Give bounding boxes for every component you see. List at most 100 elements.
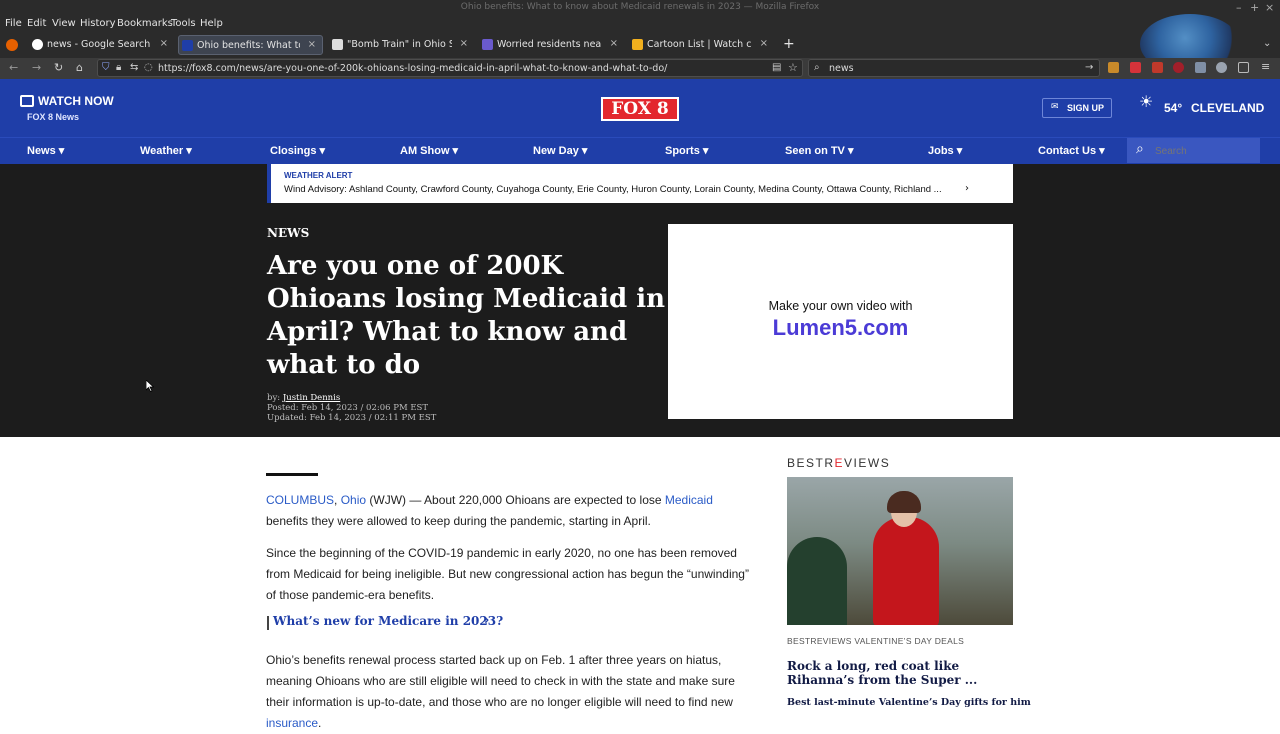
article-byline: by: Justin Dennis Posted: Feb 14, 2023 /… xyxy=(267,393,436,423)
tab-cartoon-list[interactable]: Cartoon List | Watch cartoon × xyxy=(629,35,774,55)
menu-edit[interactable]: Edit xyxy=(27,18,46,29)
menu-bookmarks[interactable]: Bookmarks xyxy=(117,18,173,29)
tab-ohio-benefits[interactable]: Ohio benefits: What to know × xyxy=(178,35,323,55)
extension-icon[interactable] xyxy=(1108,62,1119,73)
reload-icon[interactable]: ↻ xyxy=(54,61,63,74)
tab-google-search[interactable]: news - Google Search × xyxy=(29,35,174,55)
close-tab-icon[interactable]: × xyxy=(760,38,768,49)
video-ad[interactable]: Make your own video with Lumen5.com xyxy=(668,224,1013,419)
sidebar-kicker[interactable]: BESTREVIEWS VALENTINE’S DAY DEALS xyxy=(787,636,964,646)
article-section-label[interactable]: NEWS xyxy=(267,226,309,240)
cartoon-favicon-icon xyxy=(632,39,643,50)
sign-up-button[interactable]: ✉ SIGN UP xyxy=(1042,98,1112,118)
chevron-right-icon[interactable]: › xyxy=(965,183,969,194)
tab-list-chevron-icon[interactable]: ⌄ xyxy=(1263,38,1271,49)
bookmark-star-icon[interactable]: ☆ xyxy=(788,61,798,74)
nav-seen-on-tv[interactable]: Seen on TV ▾ xyxy=(785,144,853,157)
p1-text: (WJW) — About 220,000 Ohioans are expect… xyxy=(366,493,665,507)
play-video-icon[interactable] xyxy=(20,95,34,107)
watch-now-link[interactable]: WATCH NOW xyxy=(38,94,114,108)
search-input[interactable]: news xyxy=(829,63,854,74)
permissions-icon[interactable]: ⇆ xyxy=(130,62,138,73)
autoplay-blocked-icon[interactable]: ◌ xyxy=(144,62,153,73)
columbus-link[interactable]: COLUMBUS xyxy=(266,493,334,507)
forward-icon[interactable]: → xyxy=(32,61,41,74)
ohio-link[interactable]: Ohio xyxy=(341,493,366,507)
extension-icon[interactable] xyxy=(1130,62,1141,73)
nav-jobs[interactable]: Jobs ▾ xyxy=(928,144,962,157)
nav-contact-us[interactable]: Contact Us ▾ xyxy=(1038,144,1105,157)
shield-icon[interactable]: ⛉ xyxy=(102,62,110,73)
tab-bar: news - Google Search × Ohio benefits: Wh… xyxy=(0,14,1280,74)
sidebar-subhead-link[interactable]: Best last-minute Valentine’s Day gifts f… xyxy=(787,697,1031,708)
tab-worried-residents[interactable]: Worried residents near Ohio × xyxy=(479,35,624,55)
tab-label: news - Google Search xyxy=(47,39,151,50)
close-window-button[interactable]: × xyxy=(1265,1,1274,14)
google-icon xyxy=(32,39,43,50)
home-icon[interactable]: ⌂ xyxy=(76,61,83,74)
close-tab-icon[interactable]: × xyxy=(308,39,316,50)
menu-file[interactable]: File xyxy=(5,18,22,29)
url-bar[interactable]: ⛉ 🔒︎ ⇆ ◌ https://fox8.com/news/are-you-o… xyxy=(97,59,803,77)
article-thumbnail-image[interactable] xyxy=(787,477,1013,625)
nav-closings[interactable]: Closings ▾ xyxy=(270,144,325,157)
url-text[interactable]: https://fox8.com/news/are-you-one-of-200… xyxy=(158,63,667,74)
menu-view[interactable]: View xyxy=(52,18,76,29)
maximize-button[interactable]: + xyxy=(1250,1,1259,14)
search-bar[interactable]: ⌕ news → xyxy=(808,59,1100,77)
tab-label: Cartoon List | Watch cartoon xyxy=(647,39,752,50)
logo-part: BESTR xyxy=(787,456,835,470)
close-tab-icon[interactable]: × xyxy=(460,38,468,49)
ad-line2: Lumen5.com xyxy=(772,315,909,340)
chevron-right-icon[interactable]: › xyxy=(484,613,489,628)
menu-history[interactable]: History xyxy=(80,18,116,29)
sun-weather-icon: ☀ xyxy=(1139,92,1154,111)
watch-now-subtitle: FOX 8 News xyxy=(27,112,80,122)
extension-icon[interactable] xyxy=(1216,62,1227,73)
nav-sports[interactable]: Sports ▾ xyxy=(665,144,708,157)
back-icon[interactable]: ← xyxy=(9,61,18,74)
ad-line1: Make your own video with xyxy=(768,299,913,313)
nav-new-day[interactable]: New Day ▾ xyxy=(533,144,587,157)
extension-icon[interactable] xyxy=(1173,62,1184,73)
insurance-link[interactable]: insurance xyxy=(266,716,318,730)
close-tab-icon[interactable]: × xyxy=(160,38,168,49)
logo-part: VIEWS xyxy=(844,456,891,470)
medicaid-link[interactable]: Medicaid xyxy=(665,493,713,507)
bestreviews-logo[interactable]: BESTREVIEWS xyxy=(787,456,890,470)
extension-icon[interactable] xyxy=(1152,62,1163,73)
extensions-puzzle-icon[interactable] xyxy=(1238,62,1249,73)
extension-icon[interactable] xyxy=(1195,62,1206,73)
lock-icon[interactable]: 🔒︎ xyxy=(116,62,121,73)
related-link-bar xyxy=(267,616,269,630)
weather-alert-banner[interactable]: WEATHER ALERT Wind Advisory: Ashland Cou… xyxy=(267,164,1013,203)
reader-view-icon[interactable]: ▤ xyxy=(772,62,781,73)
menu-tools[interactable]: Tools xyxy=(171,18,196,29)
menu-help[interactable]: Help xyxy=(200,18,223,29)
p1-text-end: benefits they were allowed to keep durin… xyxy=(266,514,651,528)
sidebar-headline-link[interactable]: Rock a long, red coat like Rihanna’s fro… xyxy=(787,659,1017,687)
nav-news[interactable]: News ▾ xyxy=(27,144,64,157)
nav-am-show[interactable]: AM Show ▾ xyxy=(400,144,458,157)
author-link[interactable]: Justin Dennis xyxy=(283,393,340,403)
mouse-cursor-icon xyxy=(146,380,154,392)
weather-temperature[interactable]: 54° xyxy=(1164,101,1182,115)
p3-text: Ohio’s benefits renewal process started … xyxy=(266,653,735,709)
tab-bomb-train[interactable]: "Bomb Train" in Ohio Sicken × xyxy=(329,35,474,55)
site-search-box[interactable]: ⌕ xyxy=(1127,138,1260,163)
byline-prefix: by: xyxy=(267,393,281,403)
close-tab-icon[interactable]: × xyxy=(610,38,618,49)
tab-label: Ohio benefits: What to know xyxy=(197,40,300,51)
nav-weather[interactable]: Weather ▾ xyxy=(140,144,192,157)
tab-label: Worried residents near Ohio xyxy=(497,39,602,50)
weather-city[interactable]: CLEVELAND xyxy=(1191,101,1264,115)
minimize-button[interactable]: – xyxy=(1236,1,1242,14)
fox8-logo[interactable]: FOX 8 xyxy=(601,97,679,121)
site-search-input[interactable] xyxy=(1155,144,1255,158)
related-article-link[interactable]: What’s new for Medicare in 2023? xyxy=(273,614,503,628)
hamburger-menu-icon[interactable]: ≡ xyxy=(1261,60,1270,73)
weather-alert-text[interactable]: Wind Advisory: Ashland County, Crawford … xyxy=(284,184,974,195)
nbc-favicon-icon xyxy=(482,39,493,50)
new-tab-button[interactable]: + xyxy=(783,36,795,52)
search-go-icon[interactable]: → xyxy=(1085,62,1093,73)
